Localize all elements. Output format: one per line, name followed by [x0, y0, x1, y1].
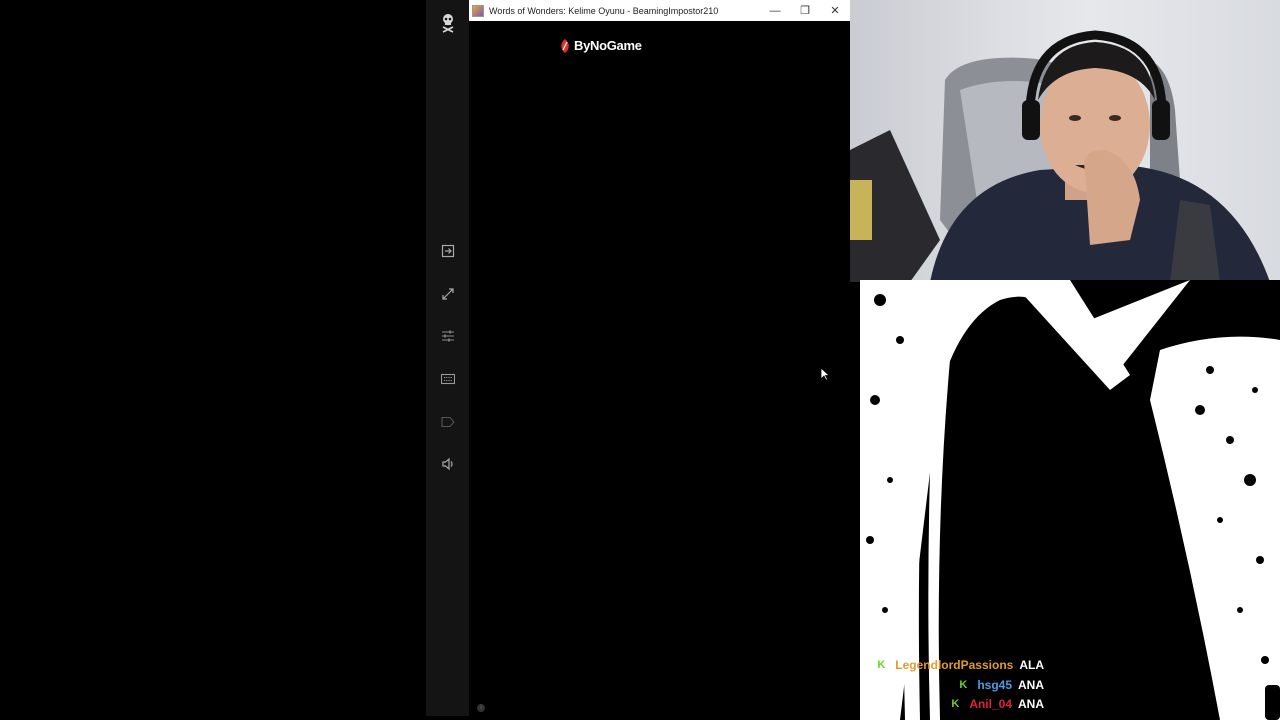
- chat-username: LegendlordPassions: [895, 658, 1014, 672]
- chat-badge: K: [951, 698, 960, 710]
- expand-icon[interactable]: [426, 282, 469, 306]
- side-toolbar: [426, 0, 469, 716]
- chat-text: ALA: [1019, 658, 1044, 672]
- info-icon[interactable]: i: [477, 704, 485, 712]
- chat-message: K LegendlordPassions ALA: [877, 658, 1044, 672]
- app-icon: [472, 4, 484, 17]
- sliders-icon[interactable]: [426, 324, 469, 348]
- skull-icon[interactable]: [426, 11, 469, 35]
- brand-logo: ByNoGame: [559, 38, 642, 53]
- label-icon[interactable]: [426, 410, 469, 434]
- game-window: Words of Wonders: Kelime Oyunu - Beaming…: [469, 0, 850, 716]
- chat-badge: K: [959, 679, 968, 691]
- webcam-feed: [850, 0, 1280, 282]
- restore-button[interactable]: ❐: [790, 0, 820, 21]
- bynogame-logo-icon: [561, 38, 569, 53]
- cursor-icon: [820, 367, 830, 381]
- window-title: Words of Wonders: Kelime Oyunu - Beaming…: [489, 5, 719, 16]
- overlay-artwork: [860, 280, 1280, 720]
- chat-text: ANA: [1018, 697, 1044, 711]
- close-button[interactable]: ✕: [820, 0, 850, 21]
- minimize-button[interactable]: —: [760, 0, 790, 21]
- chat-badge: K: [877, 659, 886, 671]
- chat-text: ANA: [1018, 678, 1044, 692]
- window-titlebar[interactable]: Words of Wonders: Kelime Oyunu - Beaming…: [469, 0, 850, 21]
- chat-username: Anil_04: [969, 697, 1012, 711]
- chat-message: K hsg45 ANA: [959, 678, 1044, 692]
- brand-text: ByNoGame: [574, 38, 642, 53]
- chat-message: K Anil_04 ANA: [951, 697, 1044, 711]
- keyboard-icon[interactable]: [426, 367, 469, 391]
- volume-icon[interactable]: [426, 452, 469, 476]
- exit-icon[interactable]: [426, 239, 469, 263]
- chat-username: hsg45: [977, 678, 1012, 692]
